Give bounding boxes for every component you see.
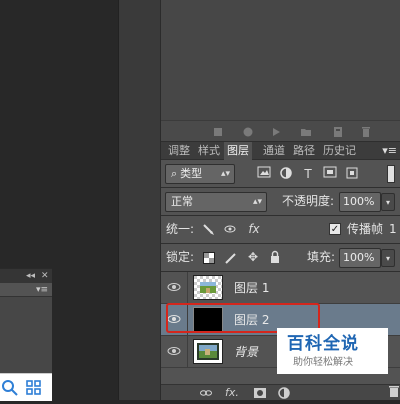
stop-icon[interactable] bbox=[211, 125, 225, 139]
select-arrows-icon: ▴▾ bbox=[252, 197, 262, 207]
lock-pixels-icon[interactable] bbox=[223, 250, 239, 270]
delete-layer-icon[interactable] bbox=[388, 384, 400, 400]
tab-paths[interactable]: 路径 bbox=[290, 142, 318, 160]
filter-kind-select[interactable]: ⌕ 类型 ▴▾ bbox=[165, 164, 235, 184]
type-filter-icon[interactable]: T bbox=[300, 166, 316, 182]
watermark-logo: 百科全说 助你轻松解决 bbox=[277, 328, 388, 374]
layer-filter-row: ⌕ 类型 ▴▾ T bbox=[161, 161, 400, 187]
unify-row: 统一: fx ✓ 传播帧 1 bbox=[161, 216, 400, 242]
unify-visibility-icon[interactable] bbox=[223, 222, 239, 242]
layer-thumbnail bbox=[193, 339, 223, 364]
floating-panel: ◂◂ ✕ ▾≡ bbox=[0, 268, 52, 401]
visibility-eye-icon[interactable] bbox=[167, 280, 181, 294]
layer-thumbnail bbox=[193, 275, 223, 300]
panel-dock-strip bbox=[118, 0, 160, 400]
filter-kind-value: 类型 bbox=[180, 167, 203, 180]
opacity-label: 不透明度: bbox=[282, 194, 335, 208]
play-icon[interactable] bbox=[269, 125, 283, 139]
divider bbox=[187, 336, 188, 368]
new-action-icon[interactable] bbox=[331, 125, 345, 139]
unify-style-icon[interactable]: fx bbox=[245, 221, 263, 237]
divider bbox=[187, 272, 188, 304]
filter-toggle-switch[interactable] bbox=[387, 165, 395, 183]
smart-object-filter-icon[interactable] bbox=[344, 166, 360, 184]
collapse-icon[interactable]: ◂◂ bbox=[26, 270, 35, 282]
tab-adjustments[interactable]: 调整 bbox=[165, 142, 193, 160]
floating-panel-tabbar: ▾≡ bbox=[0, 283, 52, 297]
visibility-eye-icon[interactable] bbox=[167, 344, 181, 358]
watermark-title: 百科全说 bbox=[287, 334, 359, 354]
tab-history[interactable]: 历史记 bbox=[320, 142, 359, 160]
lock-label: 锁定: bbox=[166, 250, 195, 264]
layers-bottom-toolbar: fx. bbox=[161, 384, 400, 400]
layer-name: 背景 bbox=[234, 345, 259, 359]
fill-input[interactable]: 100% bbox=[339, 248, 381, 268]
panel-menu-icon[interactable]: ▾≡ bbox=[36, 284, 48, 296]
opacity-input[interactable]: 100% bbox=[339, 192, 381, 212]
panel-tabbar: 调整 样式 图层 通道 路径 历史记 ▾≡ bbox=[161, 142, 400, 160]
search-icon[interactable] bbox=[0, 378, 20, 398]
lock-row: 锁定: ✥ 填充: 100% ▾ bbox=[161, 244, 400, 271]
actions-panel-body bbox=[161, 0, 400, 120]
tab-layers[interactable]: 图层 bbox=[224, 142, 252, 160]
link-layers-icon[interactable] bbox=[199, 386, 213, 404]
record-icon[interactable] bbox=[241, 125, 255, 139]
image-filter-icon[interactable] bbox=[256, 166, 272, 182]
blend-mode-value: 正常 bbox=[171, 195, 193, 208]
search-icon: ⌕ bbox=[171, 167, 178, 180]
layer-style-fx-button[interactable]: fx. bbox=[225, 386, 239, 400]
propagate-frame-label: 传播帧 bbox=[347, 222, 384, 236]
tab-styles[interactable]: 样式 bbox=[195, 142, 223, 160]
trash-icon[interactable] bbox=[359, 125, 373, 139]
propagate-frame-value: 1 bbox=[389, 222, 397, 236]
unify-position-icon[interactable] bbox=[201, 222, 217, 242]
add-mask-icon[interactable] bbox=[253, 386, 267, 404]
actions-toolbar bbox=[161, 120, 400, 142]
layer-row-1[interactable]: 图层 1 bbox=[161, 272, 400, 304]
tab-channels[interactable]: 通道 bbox=[260, 142, 288, 160]
adjustment-filter-icon[interactable] bbox=[278, 166, 294, 184]
select-arrows-icon: ▴▾ bbox=[220, 169, 230, 179]
fill-label: 填充: bbox=[307, 250, 336, 264]
unify-label: 统一: bbox=[166, 222, 195, 236]
propagate-frame-checkbox[interactable]: ✓ bbox=[329, 223, 341, 235]
close-icon[interactable]: ✕ bbox=[41, 270, 49, 282]
shape-filter-icon[interactable] bbox=[322, 166, 338, 182]
opacity-dropdown-icon[interactable]: ▾ bbox=[381, 193, 395, 211]
fill-dropdown-icon[interactable]: ▾ bbox=[381, 249, 395, 267]
panel-menu-icon[interactable]: ▾≡ bbox=[382, 142, 397, 160]
lock-all-icon[interactable] bbox=[267, 250, 283, 268]
floating-panel-toolbar bbox=[0, 373, 52, 401]
lock-position-icon[interactable]: ✥ bbox=[245, 249, 261, 265]
grid-icon[interactable] bbox=[24, 378, 44, 398]
layer-name: 图层 1 bbox=[234, 281, 270, 295]
adjustment-layer-icon[interactable] bbox=[277, 386, 291, 404]
lock-transparency-icon[interactable] bbox=[203, 252, 215, 264]
blend-mode-select[interactable]: 正常 ▴▾ bbox=[165, 192, 267, 212]
watermark-subtitle: 助你轻松解决 bbox=[293, 357, 353, 368]
floating-panel-header: ◂◂ ✕ bbox=[0, 269, 52, 283]
blend-row: 正常 ▴▾ 不透明度: 100% ▾ bbox=[161, 188, 400, 214]
folder-icon[interactable] bbox=[299, 125, 313, 139]
